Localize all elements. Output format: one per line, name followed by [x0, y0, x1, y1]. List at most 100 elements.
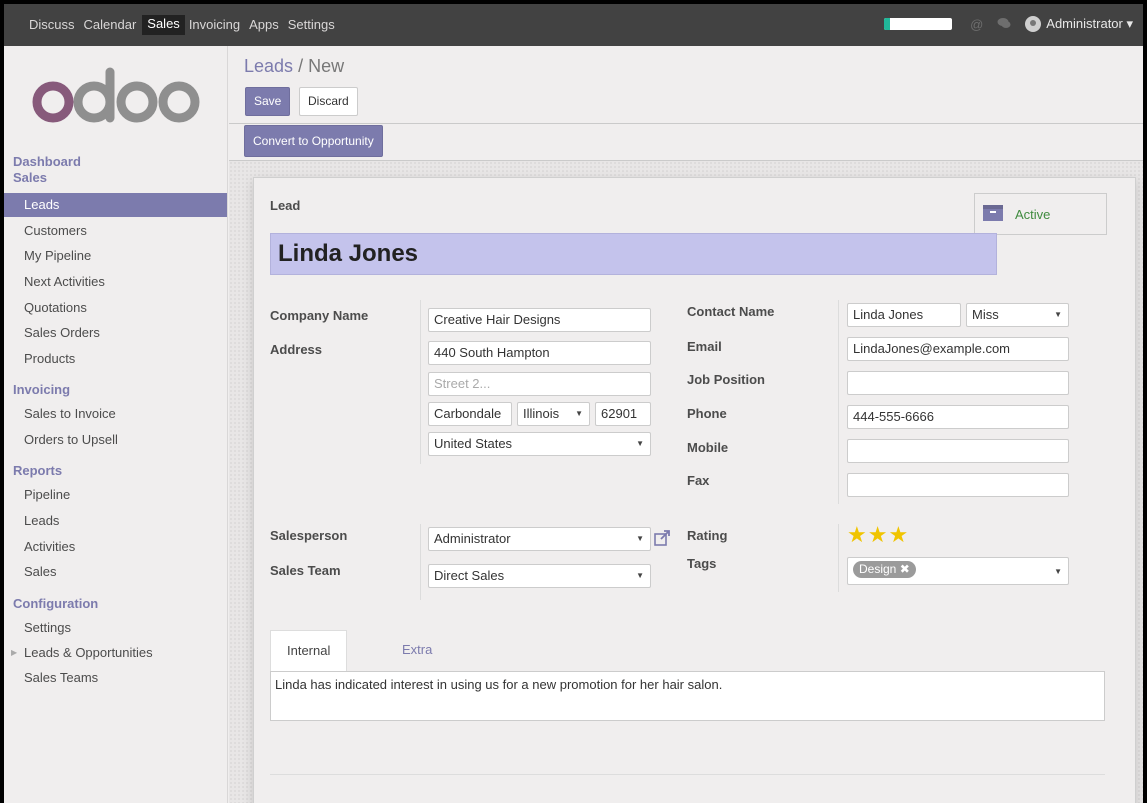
menu-sales[interactable]: Sales	[142, 15, 185, 35]
contact-name-label: Contact Name	[687, 304, 775, 319]
main-menu: Discuss Calendar Sales Invoicing Apps Se…	[29, 15, 344, 37]
breadcrumb-leads[interactable]: Leads	[244, 56, 293, 76]
save-button[interactable]: Save	[245, 87, 291, 116]
chevron-down-icon: ▼	[575, 409, 583, 418]
form-content: Lead Active Linda Jones Company Name Add…	[229, 161, 1143, 803]
sidebar-item-leads[interactable]: Leads	[4, 193, 227, 217]
active-status: Active	[1015, 207, 1051, 222]
title-value: Miss	[972, 307, 999, 322]
country-value: United States	[434, 436, 513, 451]
contact-name-input[interactable]: Linda Jones	[847, 303, 961, 327]
address-label: Address	[270, 342, 323, 357]
chevron-down-icon: ▼	[636, 571, 644, 580]
city-input[interactable]: Carbondale	[428, 402, 512, 426]
fax-label: Fax	[687, 473, 710, 488]
progress-bar[interactable]	[884, 18, 953, 30]
sidebar-item-sales-orders[interactable]: Sales Orders	[4, 321, 227, 345]
tags-input[interactable]: Design ✖ ▼	[847, 557, 1069, 585]
phone-input[interactable]: 444-555-6666	[847, 405, 1069, 429]
sidebar-item-label: Leads & Opportunities	[24, 645, 153, 660]
caret-right-icon: ▶	[11, 648, 18, 657]
mobile-input[interactable]	[847, 439, 1069, 463]
divider	[838, 300, 839, 504]
lead-name-input[interactable]: Linda Jones	[270, 233, 997, 275]
chevron-down-icon: ▼	[636, 534, 644, 543]
menu-invoicing[interactable]: Invoicing	[189, 17, 240, 37]
odoo-logo[interactable]	[31, 62, 203, 128]
job-position-input[interactable]	[847, 371, 1069, 395]
convert-to-opportunity-button[interactable]: Convert to Opportunity	[244, 125, 383, 157]
at-icon[interactable]: @	[970, 17, 983, 32]
internal-notes-textarea[interactable]: Linda has indicated interest in using us…	[270, 671, 1105, 721]
company-name-input[interactable]: Creative Hair Designs	[428, 308, 651, 332]
breadcrumb-current: New	[308, 56, 345, 76]
star-icon[interactable]: ★	[868, 522, 889, 547]
app-window: Discuss Calendar Sales Invoicing Apps Se…	[4, 4, 1143, 803]
menu-apps[interactable]: Apps	[249, 17, 279, 37]
street-input[interactable]: 440 South Hampton	[428, 341, 651, 365]
user-menu[interactable]: Administrator ▾	[1046, 16, 1133, 32]
sidebar-item-report-sales[interactable]: Sales	[4, 560, 227, 584]
mobile-label: Mobile	[687, 440, 729, 455]
tab-extra-info[interactable]: Extra Info	[386, 630, 448, 697]
title-select[interactable]: Miss ▼	[966, 303, 1069, 327]
sidebar-item-next-activities[interactable]: Next Activities	[4, 270, 227, 294]
menu-settings[interactable]: Settings	[288, 17, 335, 37]
control-panel: Leads / New Save Discard	[229, 46, 1143, 124]
menu-discuss[interactable]: Discuss	[29, 17, 75, 37]
phone-label: Phone	[687, 406, 727, 421]
active-toggle-button[interactable]: Active	[974, 193, 1107, 235]
progress-fill	[884, 18, 890, 30]
rating-label: Rating	[687, 528, 728, 543]
sidebar-item-settings[interactable]: Settings	[4, 616, 227, 640]
sidebar-item-report-activities[interactable]: Activities	[4, 535, 227, 559]
sidebar-item-customers[interactable]: Customers	[4, 219, 227, 243]
country-select[interactable]: United States ▼	[428, 432, 651, 456]
star-icon[interactable]: ★	[888, 522, 909, 547]
fax-input[interactable]	[847, 473, 1069, 497]
star-icon[interactable]: ★	[847, 522, 868, 547]
sidebar-item-sales-to-invoice[interactable]: Sales to Invoice	[4, 402, 227, 426]
record-type-label: Lead	[270, 198, 301, 213]
sidebar-item-report-leads[interactable]: Leads	[4, 509, 227, 533]
discard-button[interactable]: Discard	[299, 87, 358, 116]
chevron-down-icon: ▼	[1054, 567, 1062, 576]
rating-stars[interactable]: ★★★	[847, 522, 909, 548]
street2-input[interactable]: Street 2...	[428, 372, 651, 396]
external-link-icon[interactable]	[653, 529, 671, 547]
form-sheet: Lead Active Linda Jones Company Name Add…	[253, 177, 1136, 803]
tab-internal-notes[interactable]: Internal Notes	[270, 630, 348, 698]
sidebar-item-quotations[interactable]: Quotations	[4, 296, 227, 320]
sidebar-item-leads-opportunities[interactable]: ▶ Leads & Opportunities	[4, 641, 227, 665]
sales-team-select[interactable]: Direct Sales ▼	[428, 564, 651, 588]
status-bar: Convert to Opportunity	[229, 125, 1143, 161]
topbar-right: @ Administrator ▾	[884, 16, 1133, 32]
sidebar-item-products[interactable]: Products	[4, 347, 227, 371]
salesperson-label: Salesperson	[270, 528, 348, 543]
user-avatar-icon[interactable]	[1025, 16, 1042, 32]
salesperson-select[interactable]: Administrator ▼	[428, 527, 651, 551]
sidebar-group-dashboard[interactable]: Dashboard	[13, 154, 81, 169]
top-navbar: Discuss Calendar Sales Invoicing Apps Se…	[4, 4, 1143, 46]
sidebar-group-reports: Reports	[13, 463, 63, 478]
sidebar-item-my-pipeline[interactable]: My Pipeline	[4, 244, 227, 268]
tag-design[interactable]: Design ✖	[853, 561, 916, 578]
divider	[420, 524, 421, 600]
divider	[838, 524, 839, 592]
company-name-label: Company Name	[270, 308, 369, 323]
sales-team-label: Sales Team	[270, 563, 341, 578]
archive-icon	[983, 205, 1003, 221]
breadcrumb: Leads / New	[244, 56, 344, 77]
divider	[420, 300, 421, 464]
chevron-down-icon: ▼	[1054, 310, 1062, 319]
zip-input[interactable]: 62901	[595, 402, 651, 426]
sidebar-group-sales: Sales	[13, 170, 47, 185]
email-input[interactable]: LindaJones@example.com	[847, 337, 1069, 361]
sidebar-item-sales-teams[interactable]: Sales Teams	[4, 666, 227, 690]
sidebar-group-invoicing: Invoicing	[13, 382, 71, 397]
sidebar-item-report-pipeline[interactable]: Pipeline	[4, 483, 227, 507]
chat-icon[interactable]	[997, 17, 1011, 32]
sidebar-item-orders-to-upsell[interactable]: Orders to Upsell	[4, 428, 227, 452]
menu-calendar[interactable]: Calendar	[84, 17, 137, 37]
state-select[interactable]: Illinois ▼	[517, 402, 590, 426]
